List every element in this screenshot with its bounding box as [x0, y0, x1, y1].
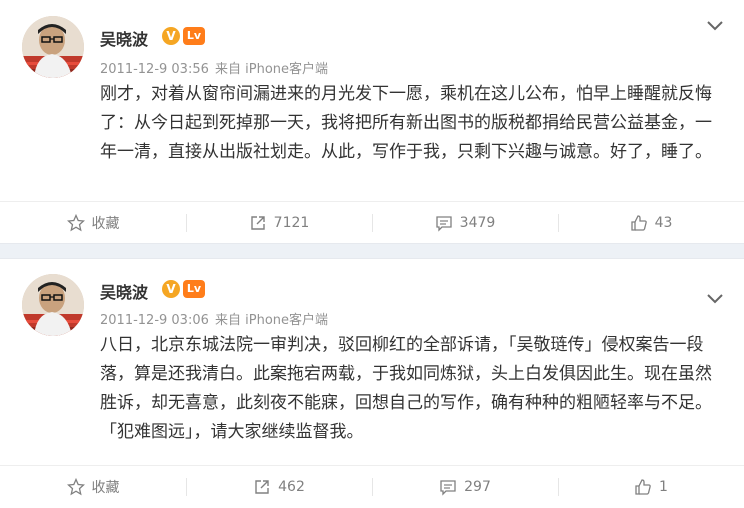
level-badge: Lv — [183, 280, 205, 298]
post-meta: 2011-12-9 03:56 来自 iPhone客户端 — [100, 58, 330, 77]
author-name[interactable]: 吴晓波 — [100, 26, 148, 50]
action-bar: 收藏 7121 3479 43 — [0, 201, 744, 244]
avatar[interactable] — [22, 16, 84, 78]
chevron-down-icon[interactable] — [706, 20, 724, 32]
post-text: 八日，北京东城法院一审判决，驳回柳红的全部诉请，「吴敬琏传」侵权案告一段落，算是… — [100, 335, 712, 442]
like-count: 1 — [659, 479, 668, 495]
comment-button[interactable]: 3479 — [372, 202, 558, 244]
like-button[interactable]: 43 — [558, 202, 744, 244]
like-count: 43 — [654, 215, 673, 231]
comment-bubble-icon — [440, 480, 456, 496]
chevron-down-icon[interactable] — [706, 293, 724, 305]
repost-button[interactable]: 7121 — [186, 202, 372, 244]
comment-button[interactable]: 297 — [372, 466, 558, 508]
post-meta: 2011-12-9 03:06 来自 iPhone客户端 — [100, 309, 330, 328]
weibo-post: 吴晓波 V Lv 2011-12-9 03:06 来自 iPhone客户端 八日… — [0, 259, 744, 507]
favorite-button[interactable]: 收藏 — [0, 466, 186, 508]
repost-count: 7121 — [273, 215, 310, 231]
favorite-label: 收藏 — [91, 216, 120, 232]
weibo-post: 吴晓波 V Lv 2011-12-9 03:56 来自 iPhone客户端 刚才… — [0, 0, 744, 243]
thumbs-up-icon — [635, 479, 651, 495]
star-icon — [66, 478, 85, 496]
repost-button[interactable]: 462 — [186, 466, 372, 508]
post-text: 刚才，对着从窗帘间漏进来的月光发下一愿，乘机在这儿公布，怕早上睡醒就反悔了：从今… — [100, 84, 712, 162]
favorite-button[interactable]: 收藏 — [0, 202, 186, 244]
verified-badge: V — [162, 280, 180, 298]
level-badge: Lv — [183, 27, 205, 45]
comment-count: 3479 — [459, 215, 496, 231]
favorite-label: 收藏 — [91, 480, 120, 496]
thumbs-up-icon — [630, 215, 647, 231]
share-arrow-icon — [250, 216, 265, 230]
author-name[interactable]: 吴晓波 — [100, 279, 148, 303]
post-time[interactable]: 2011-12-9 03:56 — [100, 62, 209, 77]
author-badges: V Lv — [162, 27, 205, 45]
share-arrow-icon — [255, 480, 269, 494]
verified-badge: V — [162, 27, 180, 45]
star-icon — [66, 214, 85, 232]
action-bar: 收藏 462 297 1 — [0, 465, 744, 508]
repost-count: 462 — [278, 479, 305, 495]
post-source: 来自 iPhone客户端 — [215, 62, 329, 77]
avatar[interactable] — [22, 274, 84, 336]
post-source: 来自 iPhone客户端 — [215, 313, 329, 328]
like-button[interactable]: 1 — [558, 466, 744, 508]
comment-bubble-icon — [436, 216, 452, 232]
feed-separator — [0, 243, 744, 259]
post-time[interactable]: 2011-12-9 03:06 — [100, 313, 209, 328]
author-badges: V Lv — [162, 280, 205, 298]
comment-count: 297 — [464, 479, 491, 495]
